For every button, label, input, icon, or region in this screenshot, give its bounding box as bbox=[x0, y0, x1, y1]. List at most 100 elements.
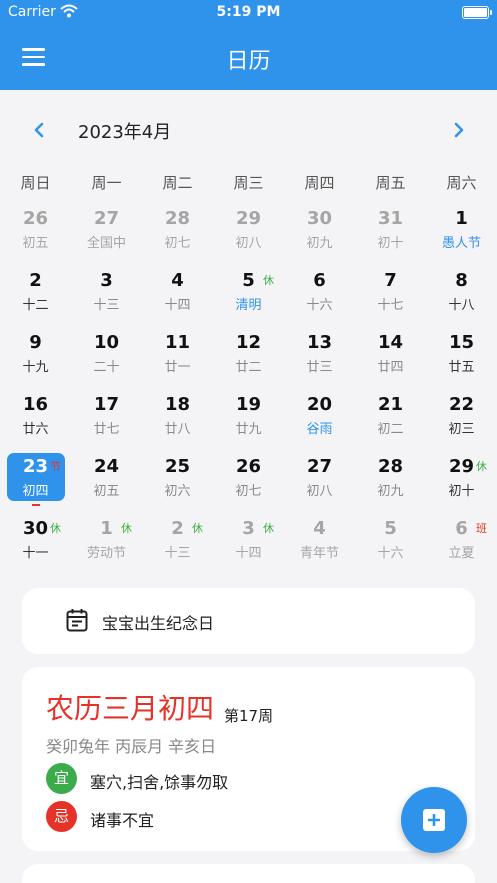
current-month-label[interactable]: 2023年4月 bbox=[78, 118, 171, 144]
calendar-day[interactable]: 11 廿一 bbox=[142, 326, 213, 388]
lunar-label: 十四 bbox=[164, 298, 191, 311]
calendar-day-today[interactable]: 23 初四节 bbox=[0, 450, 71, 512]
chevron-left-icon[interactable] bbox=[28, 118, 52, 142]
lunar-label: 初二 bbox=[377, 422, 404, 435]
day-number: 2 bbox=[29, 270, 42, 291]
weekday-label: 周一 bbox=[91, 174, 122, 192]
calendar-day[interactable]: 30 初九 bbox=[284, 202, 355, 264]
battery-icon bbox=[462, 6, 492, 19]
calendar-day[interactable]: 5 清明休 bbox=[213, 264, 284, 326]
lunar-label: 青年节 bbox=[299, 546, 339, 559]
calendar-day[interactable]: 28 初七 bbox=[142, 202, 213, 264]
day-number: 28 bbox=[377, 456, 404, 477]
calendar-day[interactable]: 29 初八 bbox=[213, 202, 284, 264]
calendar-icon bbox=[66, 609, 88, 632]
lunar-label: 劳动节 bbox=[86, 546, 126, 559]
calendar-day[interactable]: 6 立夏班 bbox=[426, 512, 497, 574]
weekday-label: 周二 bbox=[162, 174, 193, 192]
next-card bbox=[22, 864, 475, 883]
day-number: 29 bbox=[235, 208, 262, 229]
lunar-label: 立夏 bbox=[448, 546, 475, 559]
day-number: 15 bbox=[448, 332, 475, 353]
calendar-day[interactable]: 4 十四 bbox=[142, 264, 213, 326]
day-number: 11 bbox=[164, 332, 191, 353]
calendar-day[interactable]: 7 十七 bbox=[355, 264, 426, 326]
calendar-day[interactable]: 28 初九 bbox=[355, 450, 426, 512]
yi-row: 宜 塞穴,扫舍,馀事勿取 bbox=[46, 763, 466, 795]
lunar-label: 初七 bbox=[164, 236, 191, 249]
lunar-label: 十七 bbox=[377, 298, 404, 311]
calendar-day[interactable]: 2 十三休 bbox=[142, 512, 213, 574]
calendar-day[interactable]: 13 廿三 bbox=[284, 326, 355, 388]
calendar-day[interactable]: 14 廿四 bbox=[355, 326, 426, 388]
calendar-day[interactable]: 18 廿八 bbox=[142, 388, 213, 450]
day-number: 27 bbox=[93, 208, 120, 229]
weekday-header: 周日 周一 周二 周三 周四 周五 周六 bbox=[0, 172, 497, 193]
holiday-badge: 休 bbox=[263, 274, 274, 287]
day-number: 10 bbox=[93, 332, 120, 353]
anniversary-card[interactable]: 宝宝出生纪念日 bbox=[22, 588, 475, 654]
calendar-day[interactable]: 31 初十 bbox=[355, 202, 426, 264]
hamburger-icon-line bbox=[22, 48, 45, 51]
add-event-button[interactable] bbox=[401, 787, 467, 853]
day-number: 19 bbox=[235, 394, 262, 415]
lunar-label: 初六 bbox=[164, 484, 191, 497]
calendar-day[interactable]: 19 廿九 bbox=[213, 388, 284, 450]
calendar-day[interactable]: 15 廿五 bbox=[426, 326, 497, 388]
holiday-badge: 休 bbox=[263, 522, 274, 535]
calendar-day[interactable]: 3 十三 bbox=[71, 264, 142, 326]
day-number: 25 bbox=[164, 456, 191, 477]
calendar-day[interactable]: 21 初二 bbox=[355, 388, 426, 450]
menu-button[interactable] bbox=[22, 48, 46, 66]
lunar-label: 初十 bbox=[377, 236, 404, 249]
lunar-label: 初七 bbox=[235, 484, 262, 497]
calendar-day[interactable]: 1 劳动节休 bbox=[71, 512, 142, 574]
lunar-label: 谷雨 bbox=[306, 422, 333, 435]
calendar-day[interactable]: 9 十九 bbox=[0, 326, 71, 388]
calendar-day[interactable]: 12 廿二 bbox=[213, 326, 284, 388]
calendar-day[interactable]: 22 初三 bbox=[426, 388, 497, 450]
yi-text: 塞穴,扫舍,馀事勿取 bbox=[90, 773, 229, 792]
lunar-label: 初九 bbox=[377, 484, 404, 497]
calendar-day[interactable]: 24 初五 bbox=[71, 450, 142, 512]
calendar-day[interactable]: 3 十四休 bbox=[213, 512, 284, 574]
calendar-day[interactable]: 30 十一休 bbox=[0, 512, 71, 574]
lunar-label: 愚人节 bbox=[441, 236, 481, 249]
lunar-label: 初五 bbox=[93, 484, 120, 497]
calendar-day[interactable]: 4 青年节 bbox=[284, 512, 355, 574]
add-icon bbox=[423, 809, 445, 831]
lunar-label: 廿四 bbox=[377, 360, 404, 373]
calendar-day[interactable]: 25 初六 bbox=[142, 450, 213, 512]
calendar-day[interactable]: 10 二十 bbox=[71, 326, 142, 388]
day-number: 26 bbox=[22, 208, 49, 229]
lunar-label: 初十 bbox=[448, 484, 475, 497]
weekday-label: 周日 bbox=[20, 174, 51, 192]
ji-text: 诸事不宜 bbox=[90, 811, 155, 830]
calendar-day[interactable]: 20 谷雨 bbox=[284, 388, 355, 450]
calendar-day[interactable]: 1 愚人节 bbox=[426, 202, 497, 264]
event-indicator bbox=[32, 504, 40, 506]
day-number: 18 bbox=[164, 394, 191, 415]
weekday-label: 周五 bbox=[375, 174, 406, 192]
calendar-day[interactable]: 2 十二 bbox=[0, 264, 71, 326]
calendar-day[interactable]: 29 初十休 bbox=[426, 450, 497, 512]
lunar-label: 十四 bbox=[235, 546, 262, 559]
day-number: 21 bbox=[377, 394, 404, 415]
day-number: 4 bbox=[171, 270, 184, 291]
calendar-day[interactable]: 5 十六 bbox=[355, 512, 426, 574]
week-number: 第17周 bbox=[224, 707, 274, 725]
calendar-day[interactable]: 26 初七 bbox=[213, 450, 284, 512]
calendar-day[interactable]: 8 十八 bbox=[426, 264, 497, 326]
day-number: 30 bbox=[306, 208, 333, 229]
day-number: 5 bbox=[384, 518, 397, 539]
calendar-day[interactable]: 17 廿七 bbox=[71, 388, 142, 450]
weekday-label: 周四 bbox=[304, 174, 335, 192]
calendar-day[interactable]: 27 初八 bbox=[284, 450, 355, 512]
calendar-day[interactable]: 26 初五 bbox=[0, 202, 71, 264]
chevron-right-icon[interactable] bbox=[446, 118, 470, 142]
calendar-day[interactable]: 16 廿六 bbox=[0, 388, 71, 450]
calendar-day[interactable]: 27 全国中 bbox=[71, 202, 142, 264]
status-time: 5:19 PM bbox=[216, 4, 281, 20]
day-number: 6 bbox=[313, 270, 326, 291]
calendar-day[interactable]: 6 十六 bbox=[284, 264, 355, 326]
